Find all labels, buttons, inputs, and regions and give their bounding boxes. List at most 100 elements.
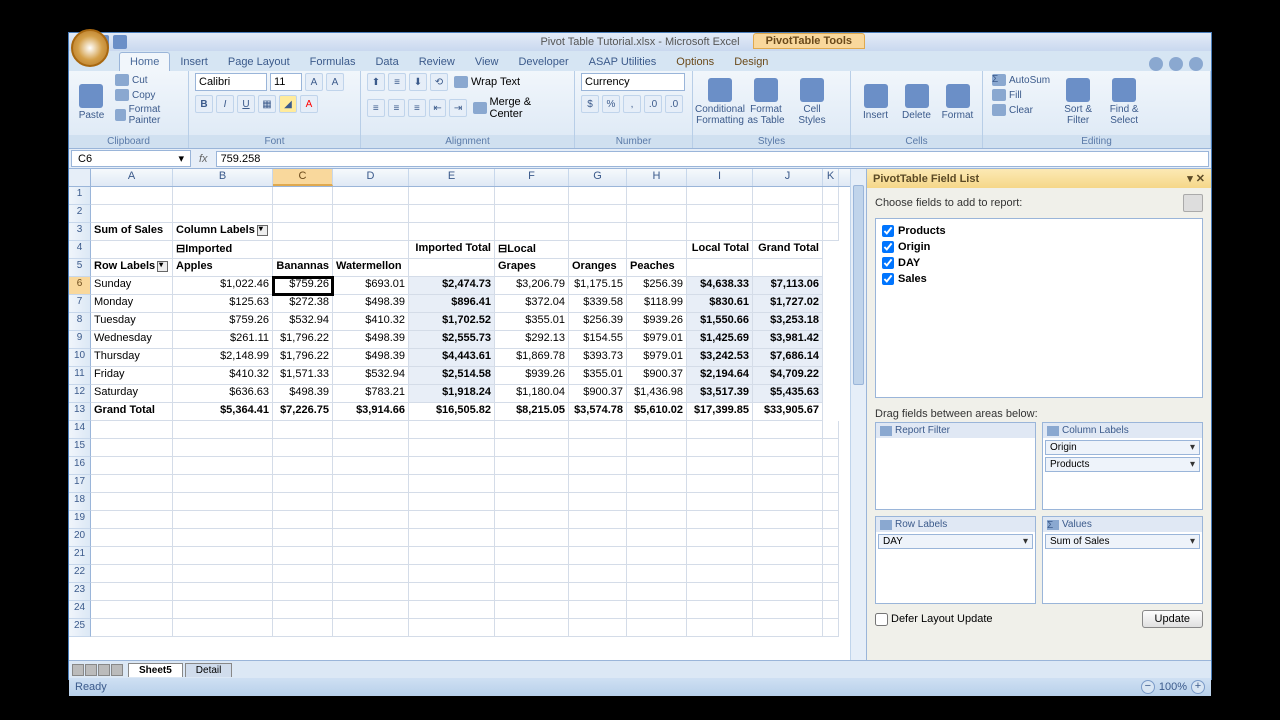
cell[interactable] [753, 439, 823, 457]
cell[interactable]: $783.21 [333, 385, 409, 403]
cell[interactable] [91, 421, 173, 439]
cell[interactable]: $355.01 [569, 367, 627, 385]
cell[interactable] [753, 547, 823, 565]
cell[interactable]: $1,175.15 [569, 277, 627, 295]
cell[interactable]: $410.32 [173, 367, 273, 385]
border-button[interactable]: ▦ [258, 95, 276, 113]
cell[interactable] [823, 493, 839, 511]
cell[interactable]: 8 [69, 313, 91, 331]
cut-button[interactable]: Cut [112, 73, 182, 87]
column-header-G[interactable]: G [569, 169, 627, 186]
cell[interactable]: Watermellon [333, 259, 409, 277]
column-header-A[interactable]: A [91, 169, 173, 186]
cell[interactable]: $5,435.63 [753, 385, 823, 403]
cell[interactable] [91, 565, 173, 583]
row-header[interactable]: 1 [69, 187, 91, 205]
area-field-origin[interactable]: Origin▾ [1045, 440, 1200, 455]
cell[interactable]: Imported Total [409, 241, 495, 259]
tab-insert[interactable]: Insert [170, 53, 218, 71]
cell[interactable] [173, 601, 273, 619]
cell[interactable]: $1,796.22 [273, 331, 333, 349]
update-button[interactable]: Update [1142, 610, 1203, 628]
cell[interactable]: $532.94 [273, 313, 333, 331]
row-header[interactable]: 15 [69, 439, 91, 457]
cell[interactable]: $261.11 [173, 331, 273, 349]
cell[interactable]: $1,425.69 [687, 331, 753, 349]
cell[interactable] [91, 457, 173, 475]
cell[interactable]: 4 [69, 241, 91, 259]
tab-asap[interactable]: ASAP Utilities [579, 53, 667, 71]
cell[interactable] [823, 439, 839, 457]
format-painter-button[interactable]: Format Painter [112, 103, 182, 127]
cell[interactable]: Local Total [687, 241, 753, 259]
cell[interactable] [495, 475, 569, 493]
align-left-icon[interactable]: ≡ [367, 99, 385, 117]
cell[interactable] [753, 493, 823, 511]
cell[interactable]: $125.63 [173, 295, 273, 313]
cell[interactable]: $1,550.66 [687, 313, 753, 331]
cell[interactable] [173, 187, 273, 205]
delete-cells-button[interactable]: Delete [898, 73, 935, 131]
cell[interactable]: Wednesday [91, 331, 173, 349]
area-column-labels[interactable]: Column Labels Origin▾Products▾ [1042, 422, 1203, 510]
cell[interactable] [753, 223, 823, 241]
cell[interactable] [409, 439, 495, 457]
cell[interactable] [173, 493, 273, 511]
field-item-day[interactable]: DAY [880, 255, 1198, 271]
tab-nav-first-icon[interactable] [72, 664, 84, 676]
row-header[interactable]: 18 [69, 493, 91, 511]
cell[interactable]: $1,436.98 [627, 385, 687, 403]
field-item-products[interactable]: Products [880, 223, 1198, 239]
cell[interactable] [753, 259, 823, 277]
cell[interactable] [569, 241, 627, 259]
bold-button[interactable]: B [195, 95, 213, 113]
copy-button[interactable]: Copy [112, 88, 182, 102]
cell[interactable] [753, 457, 823, 475]
cell[interactable] [273, 565, 333, 583]
cell[interactable]: $1,869.78 [495, 349, 569, 367]
cell[interactable] [333, 223, 409, 241]
cell[interactable] [273, 457, 333, 475]
tab-nav-next-icon[interactable] [98, 664, 110, 676]
cell[interactable] [273, 511, 333, 529]
cell[interactable]: $292.13 [495, 331, 569, 349]
cell[interactable] [333, 205, 409, 223]
cell[interactable] [273, 223, 333, 241]
cell[interactable] [273, 601, 333, 619]
cell[interactable]: $5,364.41 [173, 403, 273, 421]
underline-button[interactable]: U [237, 95, 255, 113]
cell[interactable]: $1,918.24 [409, 385, 495, 403]
cell[interactable] [753, 421, 823, 439]
cell[interactable] [409, 511, 495, 529]
cell[interactable] [333, 439, 409, 457]
fill-color-button[interactable]: ◢ [279, 95, 297, 113]
cell[interactable]: $830.61 [687, 295, 753, 313]
cell[interactable] [687, 205, 753, 223]
cell[interactable] [333, 619, 409, 637]
cell[interactable] [753, 529, 823, 547]
cell[interactable] [687, 187, 753, 205]
cell[interactable] [273, 583, 333, 601]
cell[interactable] [495, 547, 569, 565]
cell[interactable] [333, 493, 409, 511]
cell-styles-button[interactable]: Cell Styles [791, 73, 833, 131]
cell[interactable]: $3,574.78 [569, 403, 627, 421]
cell[interactable] [687, 421, 753, 439]
cell[interactable] [173, 547, 273, 565]
font-color-button[interactable]: A [300, 95, 318, 113]
indent-dec-icon[interactable]: ⇤ [429, 99, 447, 117]
cell[interactable] [687, 439, 753, 457]
paste-button[interactable]: Paste [75, 73, 108, 131]
row-header[interactable]: 24 [69, 601, 91, 619]
column-header-D[interactable]: D [333, 169, 409, 186]
orientation-icon[interactable]: ⟲ [430, 73, 448, 91]
sort-filter-button[interactable]: Sort & Filter [1057, 73, 1099, 131]
cell[interactable] [173, 421, 273, 439]
cell[interactable]: $1,727.02 [753, 295, 823, 313]
cell[interactable]: 7 [69, 295, 91, 313]
cell[interactable]: $256.39 [627, 277, 687, 295]
row-header[interactable]: 16 [69, 457, 91, 475]
font-name-select[interactable] [195, 73, 267, 91]
cell[interactable] [753, 619, 823, 637]
cell[interactable]: $900.37 [569, 385, 627, 403]
